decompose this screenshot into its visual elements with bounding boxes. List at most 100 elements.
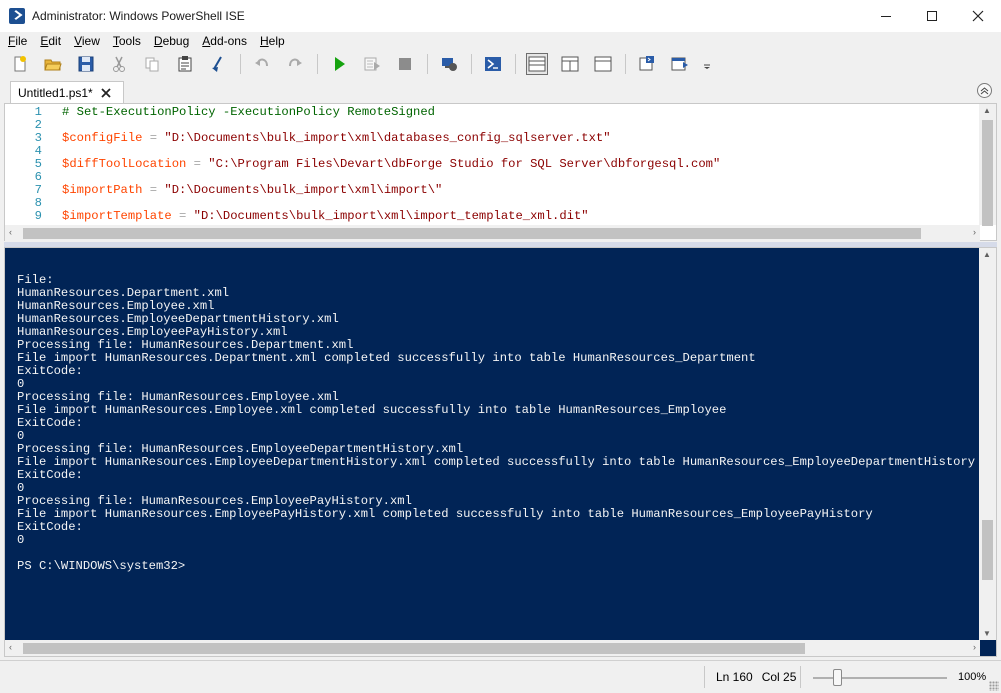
save-button[interactable] xyxy=(75,53,97,75)
code-line[interactable]: 6 xyxy=(5,171,62,184)
code-line[interactable]: 1 # Set-ExecutionPolicy -ExecutionPolicy … xyxy=(5,106,435,119)
scrollbar-thumb[interactable] xyxy=(23,643,805,654)
editor-horizontal-scrollbar[interactable]: ‹ › xyxy=(5,225,980,241)
save-icon xyxy=(78,56,94,71)
remote-powershell-button[interactable] xyxy=(438,53,460,75)
show-script-maximized-button[interactable] xyxy=(592,53,614,75)
code-line[interactable]: 4 xyxy=(5,145,62,158)
scroll-left-icon[interactable]: ‹ xyxy=(9,227,12,237)
maximize-button[interactable] xyxy=(909,0,955,32)
toolbar-overflow-button[interactable] xyxy=(702,53,712,75)
console-pane[interactable]: File: HumanResources.Department.xml HumanR… xyxy=(4,247,997,657)
tab-label: Untitled1.ps1* xyxy=(18,85,93,100)
run-selection-icon xyxy=(364,57,380,70)
minimize-button[interactable] xyxy=(863,0,909,32)
close-button[interactable] xyxy=(955,0,1001,32)
remote-powershell-icon xyxy=(442,57,457,71)
toolbar-separator xyxy=(317,53,318,74)
powershell-console-button[interactable] xyxy=(482,53,504,75)
toolbar-overflow-icon xyxy=(704,64,710,69)
run-script-icon xyxy=(335,56,345,71)
scroll-up-icon[interactable]: ▲ xyxy=(983,106,991,115)
code-token-op: = xyxy=(142,131,165,145)
console-line: ExitCode: xyxy=(17,468,83,482)
show-script-top-icon xyxy=(528,56,546,71)
undo-button[interactable] xyxy=(251,53,273,75)
menu-debug[interactable]: Debug xyxy=(154,34,189,48)
scrollbar-thumb[interactable] xyxy=(23,228,921,239)
toolbar-separator xyxy=(625,53,626,74)
collapse-script-pane-button[interactable] xyxy=(977,83,992,98)
open-button[interactable] xyxy=(42,53,64,75)
command-addon-button[interactable] xyxy=(669,53,691,75)
scroll-left-icon[interactable]: ‹ xyxy=(9,642,12,652)
code-token-var: $configFile xyxy=(62,131,143,145)
powershell-ise-icon xyxy=(9,8,25,24)
clear-console-icon xyxy=(212,55,222,72)
code-area[interactable]: 1 # Set-ExecutionPolicy -ExecutionPolicy … xyxy=(5,104,980,225)
toolbar xyxy=(0,50,1001,77)
console-vertical-scrollbar[interactable]: ▲ ▼ xyxy=(979,248,996,640)
cut-button[interactable] xyxy=(108,53,130,75)
menu-label: ile xyxy=(15,34,28,48)
resize-grip[interactable] xyxy=(989,681,999,691)
show-script-top-button[interactable] xyxy=(526,52,548,75)
menu-add-ons[interactable]: Add-ons xyxy=(202,34,247,48)
new-button[interactable] xyxy=(9,53,31,75)
console-line: 0 xyxy=(17,533,25,547)
undo-icon xyxy=(255,58,268,66)
maximize-icon xyxy=(927,11,937,21)
run-selection-button[interactable] xyxy=(361,53,383,75)
code-line[interactable]: 7 $importPath = "D:\Documents\bulk_import… xyxy=(5,183,443,197)
menu-edit[interactable]: Edit xyxy=(40,34,61,48)
command-window-icon xyxy=(639,55,654,70)
close-icon xyxy=(101,87,111,98)
console-line: ExitCode: xyxy=(17,364,83,378)
code-line[interactable]: 5 $diffToolLocation = "C:\Program Files\D… xyxy=(5,157,721,171)
copy-button[interactable] xyxy=(141,53,163,75)
code-line[interactable]: 8 xyxy=(5,197,62,210)
copy-icon xyxy=(145,57,159,71)
menu-label: ebug xyxy=(162,34,190,48)
tab-untitled1[interactable]: Untitled1.ps1* xyxy=(10,81,124,103)
editor-vertical-scrollbar[interactable]: ▲ xyxy=(979,104,996,226)
code-line[interactable]: 3 $configFile = "D:\Documents\bulk_import… xyxy=(5,132,611,145)
scroll-up-icon[interactable]: ▲ xyxy=(983,250,991,259)
code-token-str: "D:\Documents\bulk_import\xml\import\" xyxy=(164,183,443,197)
clear-console-button[interactable] xyxy=(207,53,229,75)
console-line: File import HumanResources.EmployeeDepar… xyxy=(17,455,976,469)
menu-tools[interactable]: Tools xyxy=(113,34,141,48)
redo-button[interactable] xyxy=(284,53,306,75)
paste-button[interactable] xyxy=(174,53,196,75)
cursor-position: Ln 160 Col 25 xyxy=(716,670,805,684)
scrollbar-thumb[interactable] xyxy=(982,520,993,580)
tab-close-button[interactable] xyxy=(101,87,111,98)
menu-help[interactable]: Help xyxy=(260,34,285,48)
menu-label: iew xyxy=(81,34,100,48)
script-editor[interactable]: 1 # Set-ExecutionPolicy -ExecutionPolicy … xyxy=(4,103,997,241)
paste-icon xyxy=(178,55,192,71)
code-token-var: $importTemplate xyxy=(62,209,172,223)
scrollbar-thumb[interactable] xyxy=(982,120,993,226)
menu-label: dit xyxy=(48,34,62,48)
console-output: File: HumanResources.Department.xml HumanR… xyxy=(17,274,977,573)
menu-accelerator: V xyxy=(74,34,82,48)
command-window-button[interactable] xyxy=(636,53,658,75)
show-script-right-button[interactable] xyxy=(559,53,581,75)
menu-label: ools xyxy=(118,34,141,48)
menu-view[interactable]: View xyxy=(74,34,100,48)
stop-button[interactable] xyxy=(394,53,416,75)
scroll-right-icon[interactable]: › xyxy=(973,642,976,652)
menu-file[interactable]: File xyxy=(8,34,27,48)
code-line[interactable]: 9 $importTemplate = "D:\Documents\bulk_im… xyxy=(5,210,589,223)
command-addon-icon xyxy=(671,57,688,70)
title-bar: Administrator: Windows PowerShell ISE xyxy=(0,0,1001,32)
zoom-slider-thumb[interactable] xyxy=(833,669,843,686)
menu-accelerator: D xyxy=(153,34,163,48)
run-script-button[interactable] xyxy=(328,53,350,75)
code-token-op: = xyxy=(186,157,209,171)
scroll-down-icon[interactable]: ▼ xyxy=(983,629,991,638)
scroll-right-icon[interactable]: › xyxy=(973,227,976,237)
console-horizontal-scrollbar[interactable]: ‹ › xyxy=(5,640,980,656)
code-line[interactable]: 2 xyxy=(5,119,62,132)
